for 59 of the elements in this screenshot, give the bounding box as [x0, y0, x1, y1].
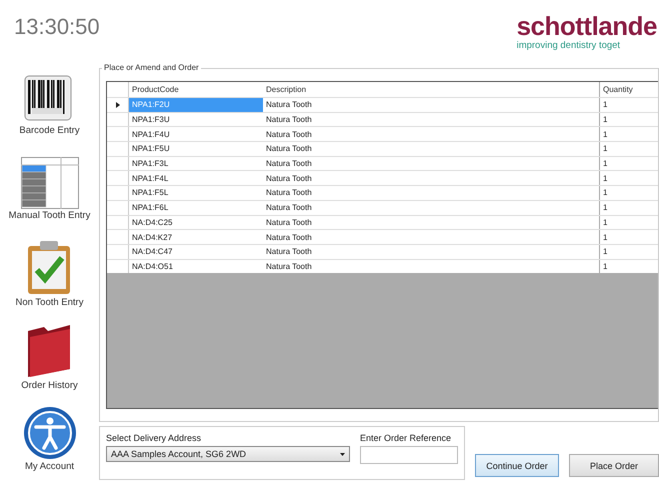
- table-cell-text: 1: [602, 260, 608, 273]
- table-row[interactable]: NPA1:F3L Natura Tooth 1: [107, 156, 658, 170]
- accessibility-icon[interactable]: [22, 406, 76, 460]
- column-header[interactable]: ProductCode: [129, 82, 263, 97]
- field-label: Enter Order Reference: [360, 433, 452, 443]
- sidebar-label[interactable]: Order History: [21, 380, 78, 391]
- clipboard-check-icon[interactable]: [26, 240, 72, 296]
- table-cell-text: 1: [602, 187, 608, 200]
- continue-order-button[interactable]: Continue Order: [475, 454, 559, 477]
- table-row[interactable]: NA:D4:C47 Natura Tooth 1: [107, 244, 658, 259]
- place-order-button[interactable]: Place Order: [569, 454, 659, 477]
- field-label: Select Delivery Address: [106, 433, 202, 443]
- table-cell-text: NPA1:F6L: [131, 202, 170, 214]
- table-cell-text: NPA1:F3L: [131, 158, 170, 170]
- table-cell-text: 1: [602, 216, 608, 229]
- table-row[interactable]: NA:D4:O51 Natura Tooth 1: [107, 258, 658, 274]
- current-row-icon: [116, 102, 120, 108]
- table-cell-text: 1: [602, 246, 608, 258]
- reference-input[interactable]: [360, 446, 458, 464]
- table-cell-text: 1: [602, 99, 608, 112]
- table-cell-text: NA:D4:O51: [131, 260, 174, 273]
- table-cell-text: NA:D4:K27: [131, 232, 174, 244]
- table-cell-text: 1: [602, 158, 608, 170]
- sidebar-label[interactable]: My Account: [24, 461, 74, 472]
- address-dropdown[interactable]: AAA Samples Account, SG6 2WD: [106, 446, 350, 462]
- table-cell-text: 1: [602, 128, 608, 141]
- table-cell-text: 1: [602, 172, 608, 185]
- table-row[interactable]: NPA1:F3U Natura Tooth 1: [107, 112, 658, 126]
- logo-wordmark: schottlande: [516, 12, 657, 40]
- table-cell-text: 1: [602, 202, 608, 214]
- table-row[interactable]: NPA1:F6L Natura Tooth 1: [107, 200, 658, 214]
- table-cell-text: 1: [602, 114, 608, 126]
- table-row[interactable]: NPA1:F4L Natura Tooth 1: [107, 170, 658, 186]
- sidebar-label[interactable]: Manual Tooth Entry: [8, 210, 90, 221]
- dropdown-arrow-icon: [340, 452, 345, 456]
- table-cell-text: NA:D4:C25: [131, 216, 174, 229]
- table-row[interactable]: NPA1:F4U Natura Tooth 1: [107, 126, 658, 142]
- table-cell-text: NPA1:F4L: [131, 172, 170, 185]
- table-row[interactable]: NPA1:F5U Natura Tooth 1: [107, 141, 658, 156]
- table-icon[interactable]: [20, 157, 78, 209]
- table-cell: NPA1:F2U: [129, 98, 263, 112]
- table-cell-text: NPA1:F5L: [131, 187, 170, 200]
- clock-time: 13:30:50: [13, 13, 100, 41]
- table-cell-text: 1: [602, 232, 608, 244]
- table-cell-text: NPA1:F3U: [131, 114, 171, 126]
- logo-tagline: improving dentistry toget: [516, 40, 620, 51]
- table-cell: Natura Tooth: [263, 260, 600, 274]
- group-title: Place or Amend and Order: [102, 63, 201, 72]
- table-cell-text: NA:D4:C47: [131, 246, 174, 258]
- table-cell-text: 1: [602, 143, 608, 156]
- table-row[interactable]: NPA1:F2U Natura Tooth 1: [107, 97, 658, 112]
- sidebar-label[interactable]: Barcode Entry: [19, 125, 80, 136]
- sidebar-label[interactable]: Non Tooth Entry: [16, 297, 84, 308]
- table-cell-text: NPA1:F5U: [131, 143, 171, 156]
- table-row[interactable]: NA:D4:C25 Natura Tooth 1: [107, 214, 658, 230]
- table-row[interactable]: NPA1:F5L Natura Tooth 1: [107, 185, 658, 200]
- table-row[interactable]: NA:D4:K27 Natura Tooth 1: [107, 229, 658, 244]
- column-header[interactable]: Quantity: [600, 82, 658, 97]
- table-cell-text: NPA1:F4U: [131, 128, 171, 141]
